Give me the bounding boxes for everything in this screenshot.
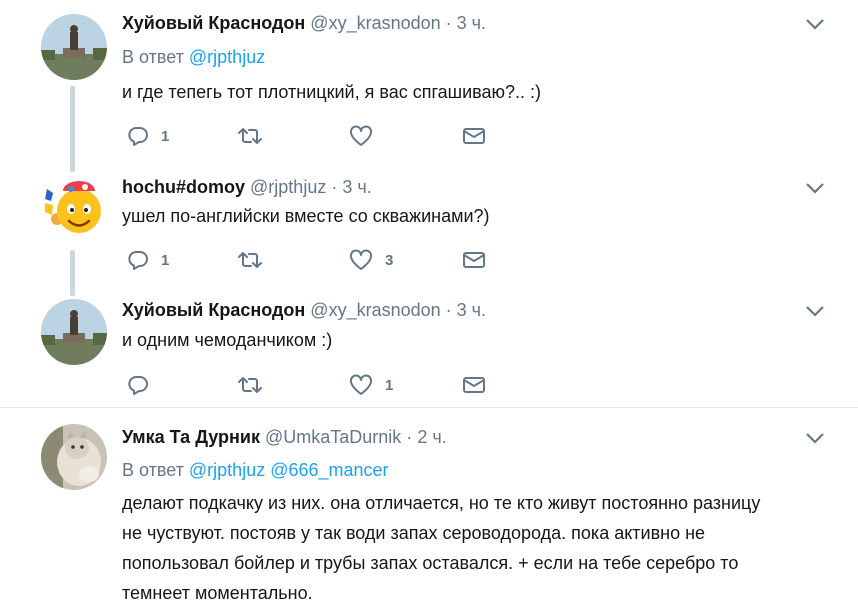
chevron-down-icon[interactable] bbox=[804, 17, 826, 31]
like-button[interactable]: 3 bbox=[349, 246, 393, 274]
timestamp[interactable]: 3 ч. bbox=[342, 177, 371, 197]
retweet-button[interactable] bbox=[236, 371, 276, 399]
avatar[interactable] bbox=[41, 14, 107, 80]
tweet-text: делают подкачку из них. она отличается, … bbox=[122, 488, 822, 608]
author-name[interactable]: Умка Та Дурник bbox=[122, 427, 260, 447]
chevron-down-icon[interactable] bbox=[804, 304, 826, 318]
timestamp[interactable]: 2 ч. bbox=[417, 427, 446, 447]
separator-dot: · bbox=[445, 300, 452, 320]
tweet-text-line: не чуствуют. постояв у так води запах се… bbox=[122, 523, 706, 543]
reply-icon bbox=[128, 251, 148, 270]
reply-count: 1 bbox=[161, 251, 170, 269]
heart-icon bbox=[350, 374, 372, 395]
tweet-text: ушел по-английски вместе со скважинами?) bbox=[122, 206, 490, 226]
direct-message-button[interactable] bbox=[462, 246, 486, 274]
tweet-4[interactable]: Умка Та Дурник @UmkaTaDurnik · 2 ч. В от… bbox=[0, 408, 858, 610]
envelope-icon bbox=[463, 252, 485, 268]
author-handle[interactable]: @rjpthjuz bbox=[250, 177, 326, 197]
tweet-3[interactable]: Хуйовый Краснодон @xy_krasnodon · 3 ч. и… bbox=[0, 285, 858, 407]
envelope-icon bbox=[463, 128, 485, 144]
retweet-icon bbox=[238, 128, 262, 144]
author-handle[interactable]: @UmkaTaDurnik bbox=[265, 427, 401, 447]
author-name[interactable]: Хуйовый Краснодон bbox=[122, 13, 305, 33]
tweet-text-line: попользовал бойлер и трубы запах оставал… bbox=[122, 553, 739, 573]
timestamp[interactable]: 3 ч. bbox=[457, 13, 486, 33]
heart-icon bbox=[350, 125, 372, 146]
author-handle[interactable]: @xy_krasnodon bbox=[310, 13, 440, 33]
tweet-text-line: делают подкачку из них. она отличается, … bbox=[122, 493, 761, 513]
avatar[interactable] bbox=[41, 175, 107, 241]
author-name[interactable]: Хуйовый Краснодон bbox=[122, 300, 305, 320]
avatar[interactable] bbox=[41, 299, 107, 365]
direct-message-button[interactable] bbox=[462, 371, 486, 399]
tweet-text: и где тепегь тот плотницкий, я вас спгаш… bbox=[122, 82, 542, 102]
heart-icon bbox=[350, 249, 372, 270]
retweet-icon bbox=[238, 377, 262, 393]
timestamp[interactable]: 3 ч. bbox=[457, 300, 486, 320]
tweet-text: и одним чемоданчиком :) bbox=[122, 330, 333, 350]
retweet-button[interactable] bbox=[236, 246, 276, 274]
separator-dot: · bbox=[445, 13, 452, 33]
reply-prefix: В ответ bbox=[122, 460, 184, 480]
tweet-1[interactable]: Хуйовый Краснодон @xy_krasnodon · 3 ч. В… bbox=[0, 0, 858, 172]
separator-dot: · bbox=[406, 427, 413, 447]
author-handle[interactable]: @xy_krasnodon bbox=[310, 300, 440, 320]
author-name[interactable]: hochu#domoy bbox=[122, 177, 245, 197]
reply-icon bbox=[128, 376, 148, 395]
reply-button[interactable]: 1 bbox=[127, 246, 169, 274]
reply-count: 1 bbox=[161, 127, 170, 145]
separator-dot: · bbox=[331, 177, 338, 197]
tweet-2[interactable]: hochu#domoy @rjpthjuz · 3 ч. ушел по-анг… bbox=[0, 160, 858, 296]
envelope-icon bbox=[463, 377, 485, 393]
like-button[interactable]: 1 bbox=[349, 371, 393, 399]
like-button[interactable] bbox=[349, 122, 385, 150]
retweet-icon bbox=[238, 252, 262, 268]
reply-prefix: В ответ bbox=[122, 47, 184, 67]
reply-button[interactable]: 1 bbox=[127, 122, 169, 150]
retweet-button[interactable] bbox=[236, 122, 276, 150]
avatar[interactable] bbox=[41, 424, 107, 490]
reply-icon bbox=[128, 127, 148, 146]
chevron-down-icon[interactable] bbox=[804, 431, 826, 445]
direct-message-button[interactable] bbox=[462, 122, 486, 150]
reply-to-link[interactable]: @rjpthjuz @666_mancer bbox=[189, 460, 389, 480]
reply-button[interactable] bbox=[127, 371, 161, 399]
like-count: 1 bbox=[385, 376, 394, 394]
reply-to-link[interactable]: @rjpthjuz bbox=[189, 47, 265, 67]
chevron-down-icon[interactable] bbox=[804, 181, 826, 195]
like-count: 3 bbox=[385, 251, 394, 269]
tweet-text-line: темнеет моментально. bbox=[122, 583, 313, 603]
